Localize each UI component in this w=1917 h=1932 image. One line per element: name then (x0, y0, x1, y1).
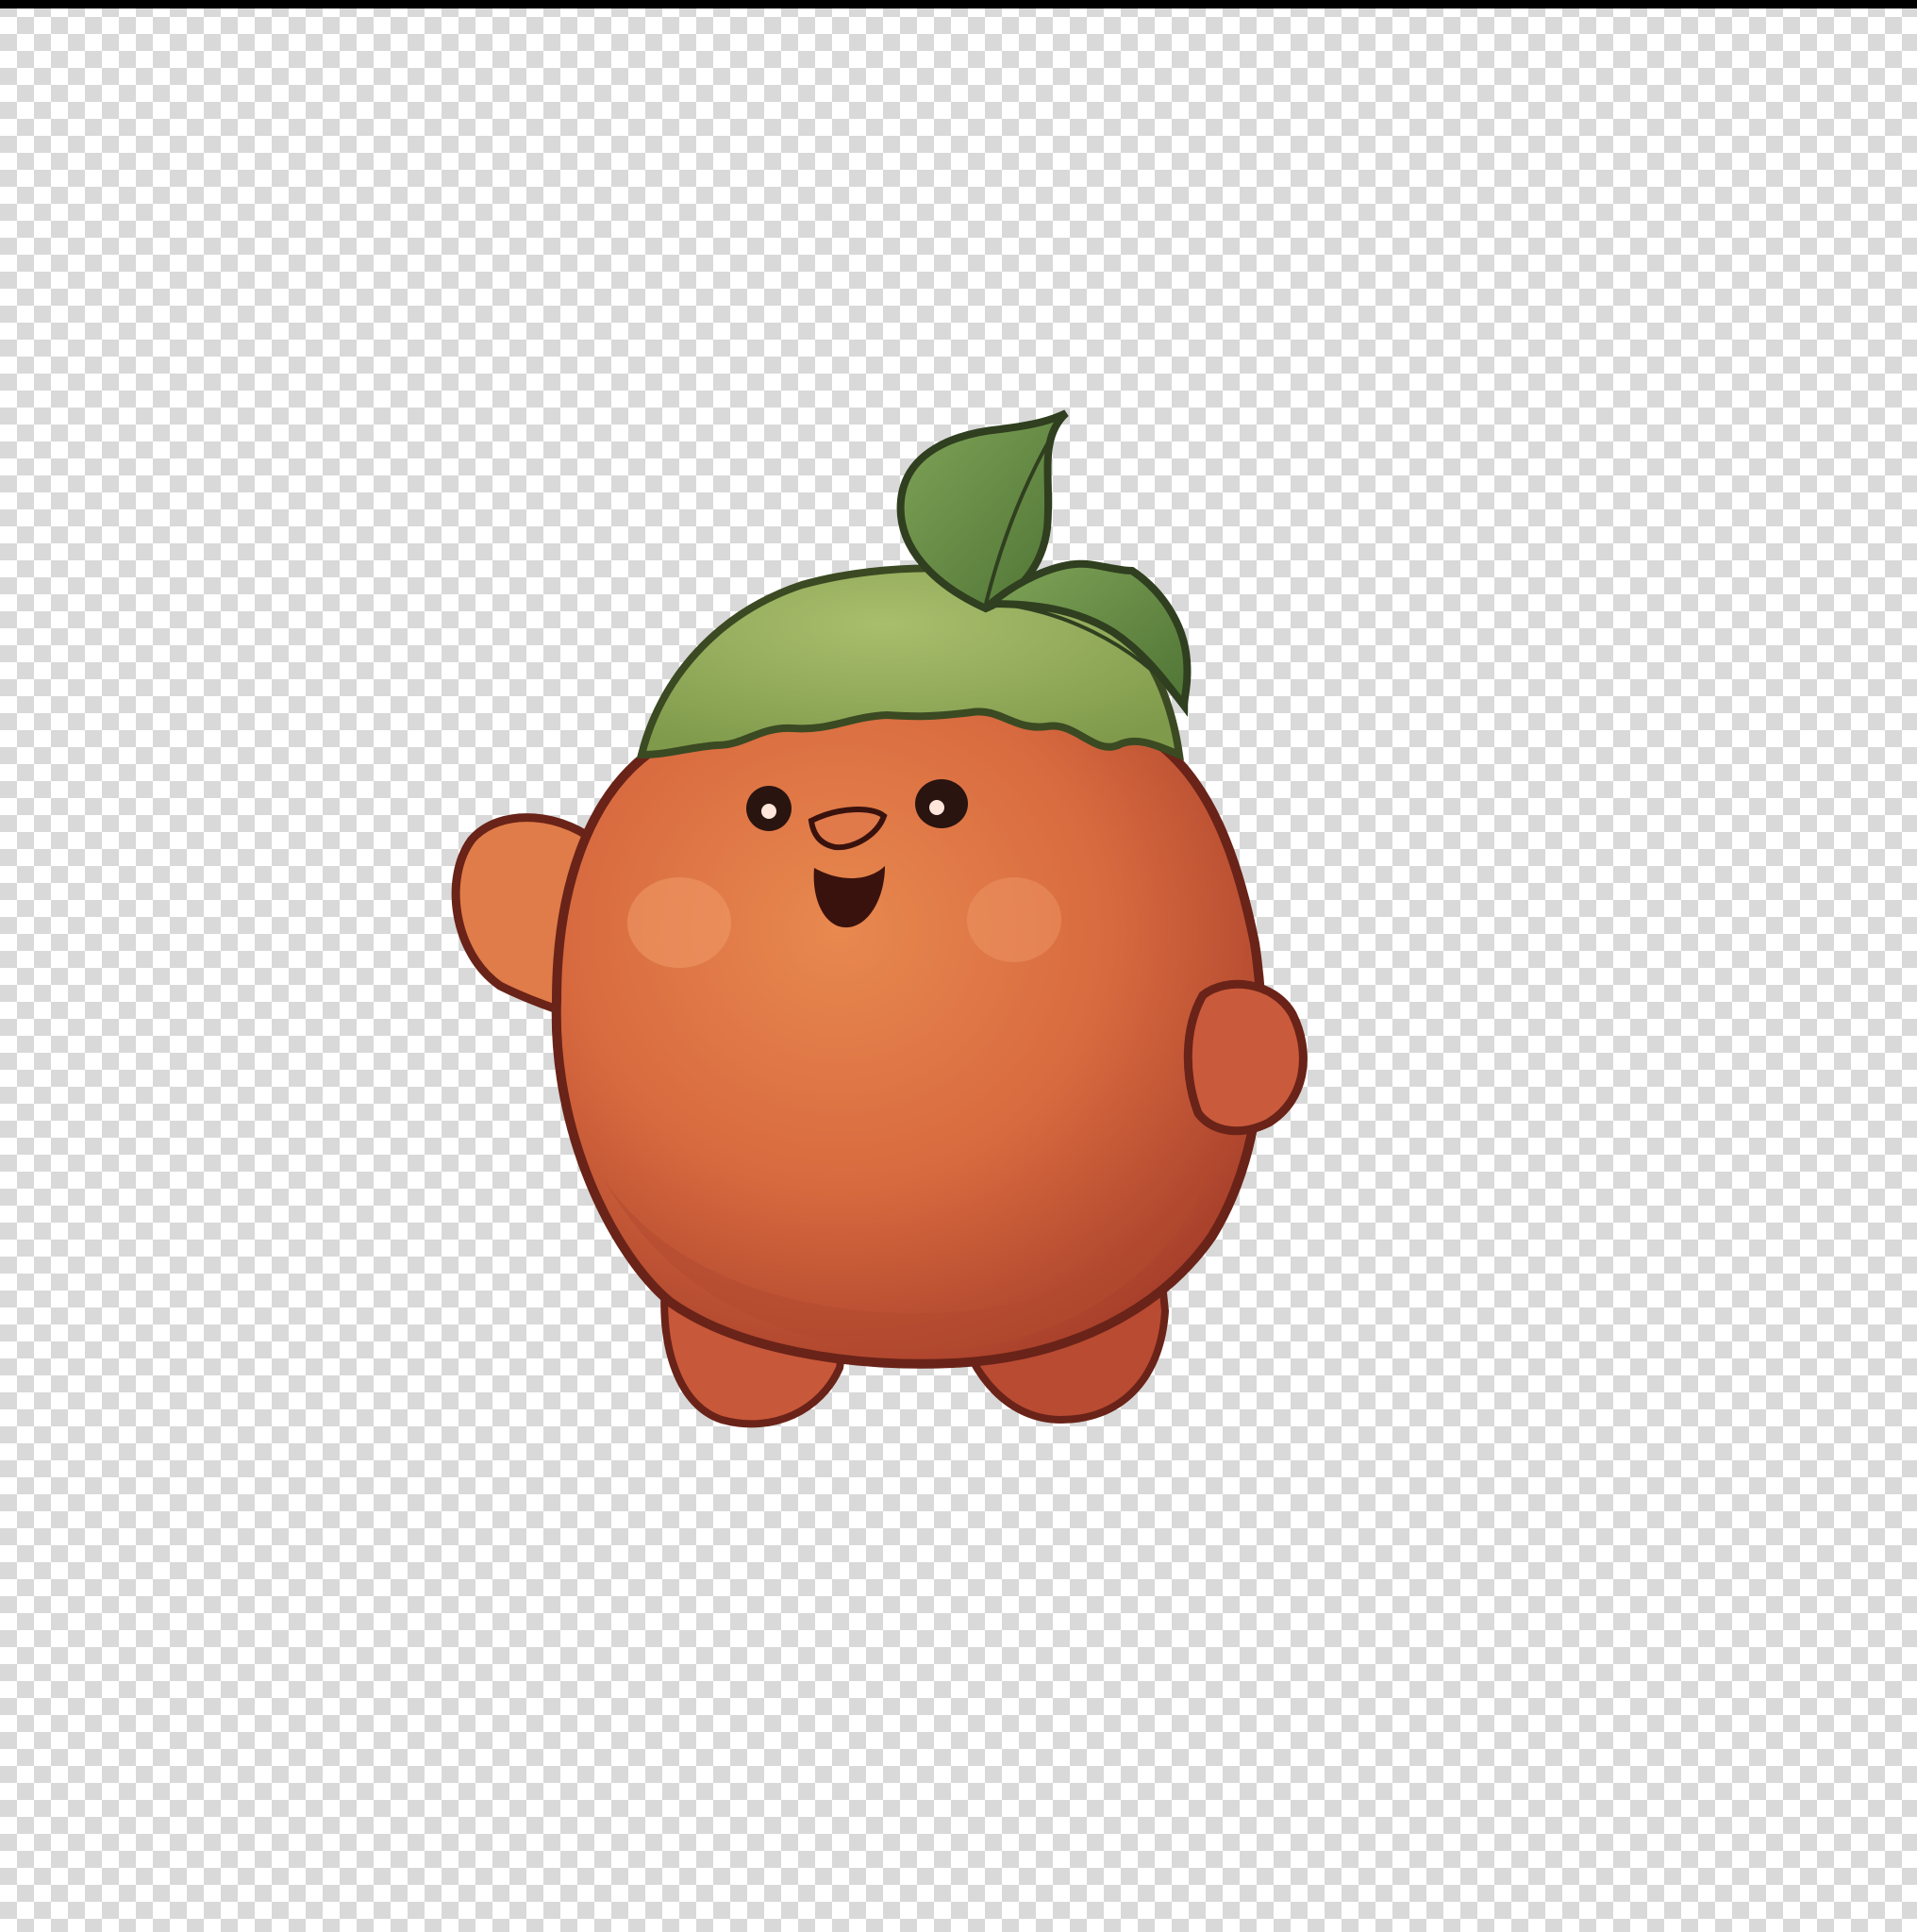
image-canvas (0, 0, 1917, 1932)
left-cheek-icon (627, 877, 731, 968)
orange-body-icon (551, 691, 1267, 1369)
mascot-illustration (0, 0, 1917, 1932)
right-eye-shine-icon (929, 800, 944, 815)
right-cheek-icon (967, 877, 1061, 962)
right-arm-icon (1183, 979, 1308, 1136)
top-border-bar (0, 0, 1917, 8)
left-eye-shine-icon (761, 804, 776, 819)
